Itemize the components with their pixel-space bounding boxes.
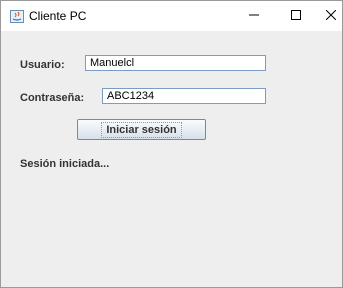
minimize-icon xyxy=(249,7,259,25)
password-label: Contraseña: xyxy=(20,92,85,104)
title-bar[interactable]: Cliente PC xyxy=(1,1,342,31)
window-title: Cliente PC xyxy=(29,9,87,23)
app-window: Cliente PC Usuario: Contraseña: Iniciar … xyxy=(0,0,343,288)
close-icon xyxy=(325,7,337,25)
user-label: Usuario: xyxy=(20,59,65,71)
password-input[interactable] xyxy=(102,88,266,104)
login-button[interactable]: Iniciar sesión xyxy=(77,119,206,140)
minimize-button[interactable] xyxy=(231,1,277,31)
login-button-label: Iniciar sesión xyxy=(101,121,182,138)
java-icon xyxy=(10,10,24,23)
status-text: Sesión iniciada... xyxy=(20,158,110,170)
user-input[interactable] xyxy=(85,55,266,71)
close-button[interactable] xyxy=(308,1,343,31)
maximize-icon xyxy=(291,7,301,25)
